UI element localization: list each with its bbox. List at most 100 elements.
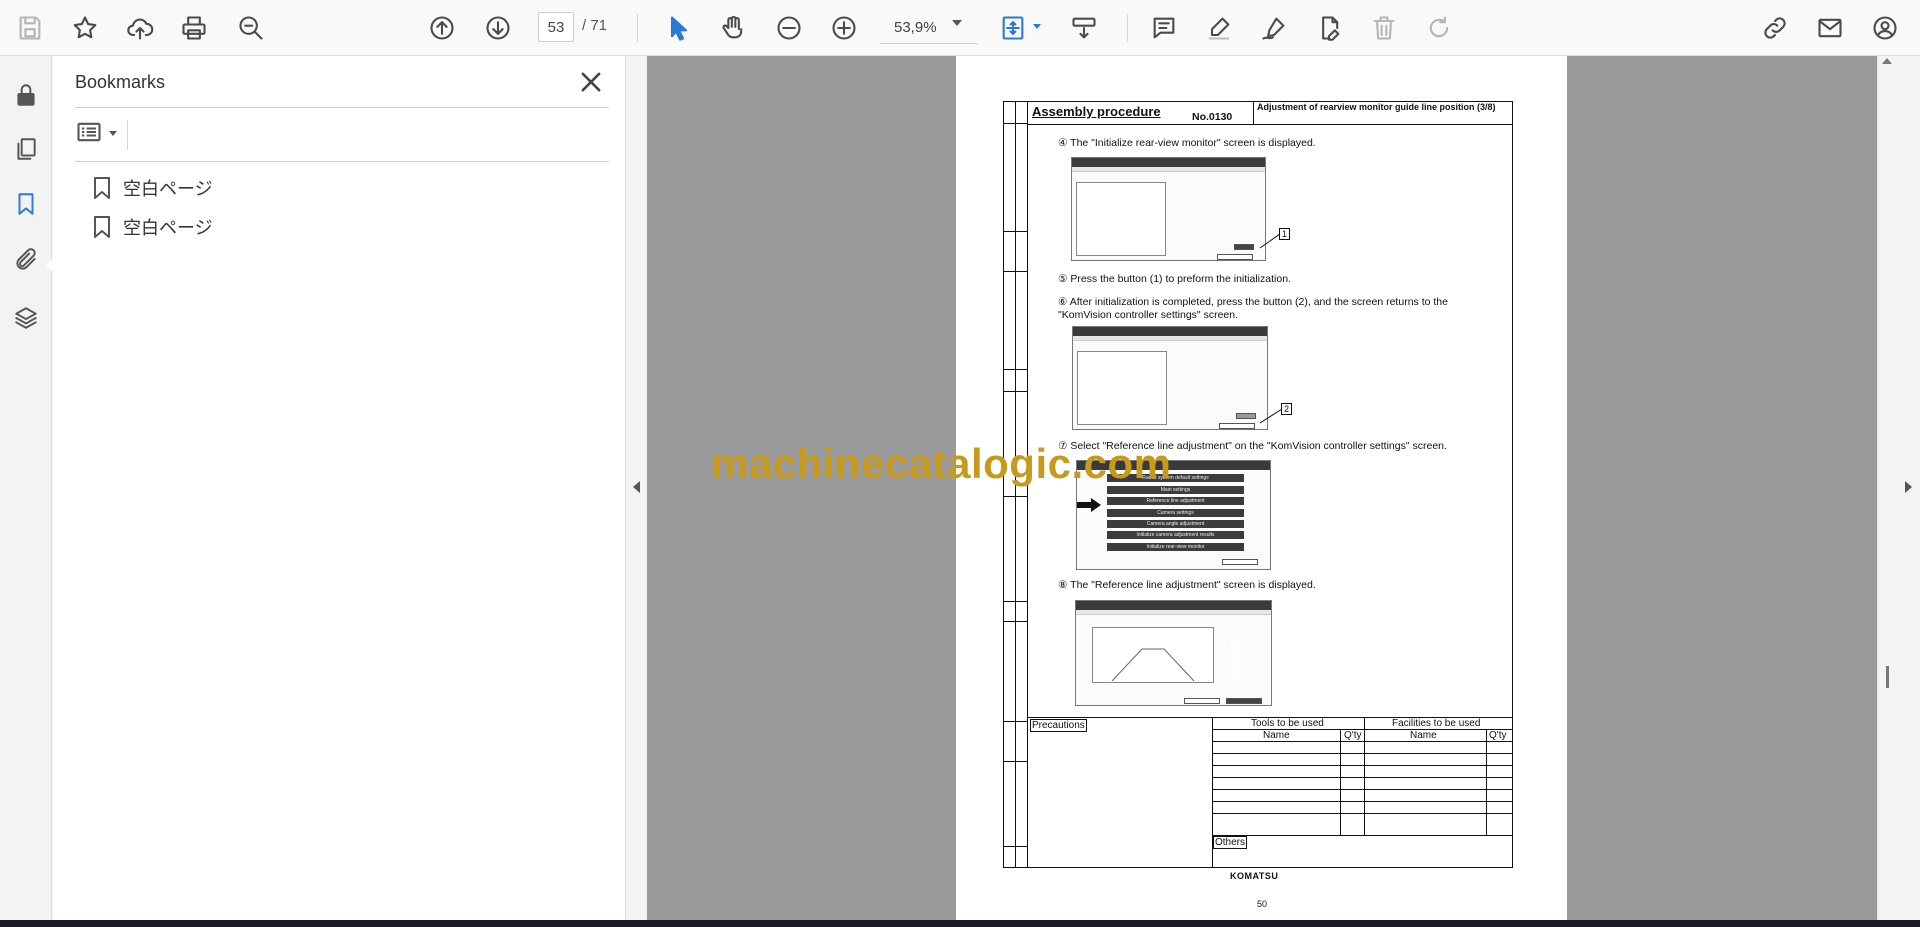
screenshot-breadcrumb <box>1073 336 1267 341</box>
hand-tool-icon[interactable] <box>715 10 751 46</box>
screenshot-back-button <box>1219 423 1255 429</box>
star-icon[interactable] <box>67 10 103 46</box>
revision-row-line <box>1003 231 1028 232</box>
table-rule <box>1486 729 1487 835</box>
page-thumbnails-icon[interactable] <box>9 132 43 166</box>
toolbar-divider <box>637 14 638 42</box>
screenshot-titlebar <box>1072 158 1265 167</box>
page-total: / 71 <box>582 17 608 34</box>
menu-option: Initialize rear-view monitor <box>1107 543 1244 551</box>
vertical-scrollbar[interactable] <box>1877 56 1897 920</box>
scroll-mode-icon[interactable] <box>1066 10 1102 46</box>
table-rule <box>1212 835 1513 836</box>
zoom-level-value: 53,9% <box>894 19 937 36</box>
close-icon[interactable] <box>577 68 605 96</box>
scrollbar-thumb[interactable] <box>1886 666 1889 688</box>
table-rule <box>1212 765 1513 766</box>
screenshot-breadcrumb <box>1072 167 1265 172</box>
revision-row-line <box>1003 621 1028 622</box>
tools-name-header: Name <box>1263 730 1290 741</box>
procedure-number: No.0130 <box>1192 111 1233 123</box>
screenshot-back-button <box>1217 254 1253 260</box>
screenshot-back-button <box>1222 559 1258 565</box>
others-label: Others <box>1213 836 1248 849</box>
document-page: Assembly procedure No.0130 Adjustment of… <box>956 56 1567 920</box>
lock-icon[interactable] <box>9 78 43 112</box>
email-icon[interactable] <box>1812 10 1848 46</box>
precautions-label: Precautions <box>1030 719 1087 732</box>
table-rule <box>1364 717 1365 835</box>
reference-line-drawing <box>1111 648 1195 682</box>
next-page-icon[interactable] <box>480 10 516 46</box>
zoom-in-icon[interactable] <box>826 10 862 46</box>
delete-icon[interactable] <box>1366 10 1402 46</box>
table-rule <box>1212 753 1513 754</box>
expand-right-arrow-icon[interactable] <box>1905 481 1912 493</box>
watermark-text: machinecatalogic.com <box>711 440 1172 487</box>
bookmarks-panel-icon[interactable] <box>9 187 43 221</box>
bookmark-icon <box>93 176 111 200</box>
redo-icon[interactable] <box>1421 10 1457 46</box>
panel-divider <box>75 161 609 162</box>
facilities-name-header: Name <box>1410 730 1437 741</box>
previous-page-icon[interactable] <box>424 10 460 46</box>
tools-qty-header: Q'ty <box>1344 730 1362 741</box>
step-number: ⑥ <box>1058 296 1068 308</box>
print-icon[interactable] <box>176 10 212 46</box>
panel-divider <box>127 120 128 150</box>
search-zoom-icon[interactable] <box>233 10 269 46</box>
tools-header: Tools to be used <box>1251 718 1324 729</box>
panel-title: Bookmarks <box>75 72 166 92</box>
zoom-out-icon[interactable] <box>771 10 807 46</box>
share-link-icon[interactable] <box>1757 10 1793 46</box>
facilities-qty-header: Q'ty <box>1489 730 1507 741</box>
comment-icon[interactable] <box>1146 10 1182 46</box>
attachments-icon[interactable] <box>9 243 43 277</box>
fit-page-caret[interactable] <box>1033 24 1041 29</box>
highlight-pen-icon[interactable] <box>1201 10 1237 46</box>
revision-row-line <box>1003 721 1028 722</box>
callout-leader <box>1259 233 1281 249</box>
layers-icon[interactable] <box>9 301 43 335</box>
sign-pen-icon[interactable] <box>1256 10 1292 46</box>
page-number-value: 53 <box>547 18 565 36</box>
scroll-up-arrow-icon[interactable] <box>1882 58 1892 64</box>
revision-row-line <box>1003 271 1028 272</box>
step-6: ⑥ After initialization is completed, pre… <box>1058 296 1478 322</box>
screenshot-initialize-monitor <box>1071 157 1266 261</box>
account-icon[interactable] <box>1867 10 1903 46</box>
table-rule <box>1212 789 1513 790</box>
facilities-header: Facilities to be used <box>1392 718 1481 729</box>
fit-page-icon[interactable] <box>995 10 1031 46</box>
header-rule <box>1028 124 1513 125</box>
select-cursor-icon[interactable] <box>661 10 697 46</box>
level-indicator <box>1231 641 1239 681</box>
screenshot-back-button <box>1184 698 1220 704</box>
collapse-left-arrow-icon[interactable] <box>633 481 640 493</box>
page-number-input[interactable]: 53 <box>538 12 574 42</box>
bookmark-item[interactable]: 空白ページ <box>93 173 213 203</box>
screenshot-ok-button <box>1234 244 1254 250</box>
edit-document-icon[interactable] <box>1311 10 1347 46</box>
panel-divider <box>75 107 609 108</box>
zoom-level-select[interactable]: 53,9% <box>880 12 978 44</box>
bookmark-label: 空白ページ <box>123 218 213 239</box>
pdf-viewer-window: 53 / 71 53,9% Bookmarks 空白ページ 空白ページ Asse… <box>0 0 1920 927</box>
zoom-dropdown-caret[interactable] <box>952 20 962 26</box>
bookmark-item[interactable]: 空白ページ <box>93 212 213 242</box>
step-4: ④ The "Initialize rear-view monitor" scr… <box>1058 137 1316 150</box>
list-options-icon <box>77 122 101 142</box>
cloud-upload-icon[interactable] <box>122 10 158 46</box>
step-text: The "Initialize rear-view monitor" scree… <box>1070 137 1316 149</box>
active-panel-indicator <box>46 258 53 272</box>
screenshot-list <box>1076 182 1166 256</box>
menu-option: Initialize camera adjustment results <box>1107 531 1244 539</box>
table-rule <box>1212 729 1513 730</box>
screenshot-ok-button <box>1226 698 1262 704</box>
screenshot-breadcrumb <box>1076 610 1271 615</box>
save-icon[interactable] <box>12 10 48 46</box>
bookmark-options-button[interactable] <box>75 118 123 150</box>
step-number: ⑤ <box>1058 273 1068 285</box>
screenshot-initialize-complete <box>1072 326 1268 430</box>
pointer-arrow-icon <box>1077 498 1101 512</box>
